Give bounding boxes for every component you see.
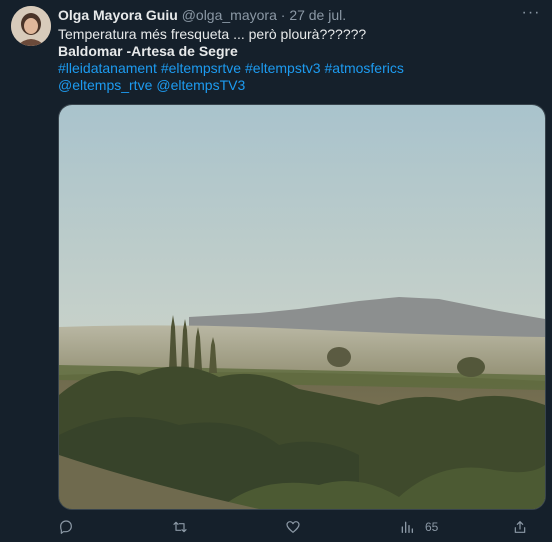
hashtag-link[interactable]: #atmosferics bbox=[325, 60, 404, 76]
more-options-button[interactable]: ··· bbox=[520, 4, 542, 22]
avatar-image bbox=[11, 6, 51, 46]
mention-link[interactable]: @eltemps_rtve bbox=[58, 77, 152, 93]
tweet-text: Temperatura més fresqueta ... però plour… bbox=[58, 26, 538, 94]
tweet-header: Olga Mayora Guiu @olga_mayora · 27 de ju… bbox=[58, 6, 346, 24]
reply-button[interactable] bbox=[58, 516, 74, 538]
tweet-text-line: Temperatura més fresqueta ... però plour… bbox=[58, 26, 367, 42]
mention-link[interactable]: @eltempsTV3 bbox=[156, 77, 245, 93]
views-icon bbox=[401, 521, 413, 533]
retweet-icon bbox=[173, 521, 187, 533]
reply-icon bbox=[60, 520, 72, 534]
author-name[interactable]: Olga Mayora Guiu bbox=[58, 7, 178, 23]
mention-line: @eltemps_rtve @eltempsTV3 bbox=[58, 77, 538, 94]
tweet-location-line: Baldomar -Artesa de Segre bbox=[58, 43, 238, 59]
tweet-actions: 65 bbox=[58, 516, 544, 538]
tweet-photo[interactable] bbox=[58, 104, 546, 510]
views-count: 65 bbox=[425, 520, 439, 534]
tweet[interactable]: Olga Mayora Guiu @olga_mayora · 27 de ju… bbox=[0, 0, 552, 542]
hashtag-link[interactable]: #eltempsrtve bbox=[161, 60, 241, 76]
avatar[interactable] bbox=[11, 6, 51, 46]
author-handle[interactable]: @olga_mayora bbox=[182, 7, 277, 23]
separator-dot: · bbox=[280, 7, 286, 23]
hashtag-link[interactable]: #eltempstv3 bbox=[245, 60, 320, 76]
tweet-date[interactable]: 27 de jul. bbox=[289, 7, 346, 23]
heart-icon bbox=[286, 521, 300, 533]
hashtag-line: #lleidatanament #eltempsrtve #eltempstv3 #a… bbox=[58, 60, 538, 77]
views-button[interactable]: 65 bbox=[399, 516, 438, 538]
landscape-photo bbox=[59, 105, 545, 509]
retweet-button[interactable] bbox=[172, 516, 188, 538]
share-icon bbox=[514, 521, 526, 533]
hashtag-link[interactable]: #lleidatanament bbox=[58, 60, 157, 76]
like-button[interactable] bbox=[285, 516, 301, 538]
share-button[interactable] bbox=[512, 516, 528, 538]
